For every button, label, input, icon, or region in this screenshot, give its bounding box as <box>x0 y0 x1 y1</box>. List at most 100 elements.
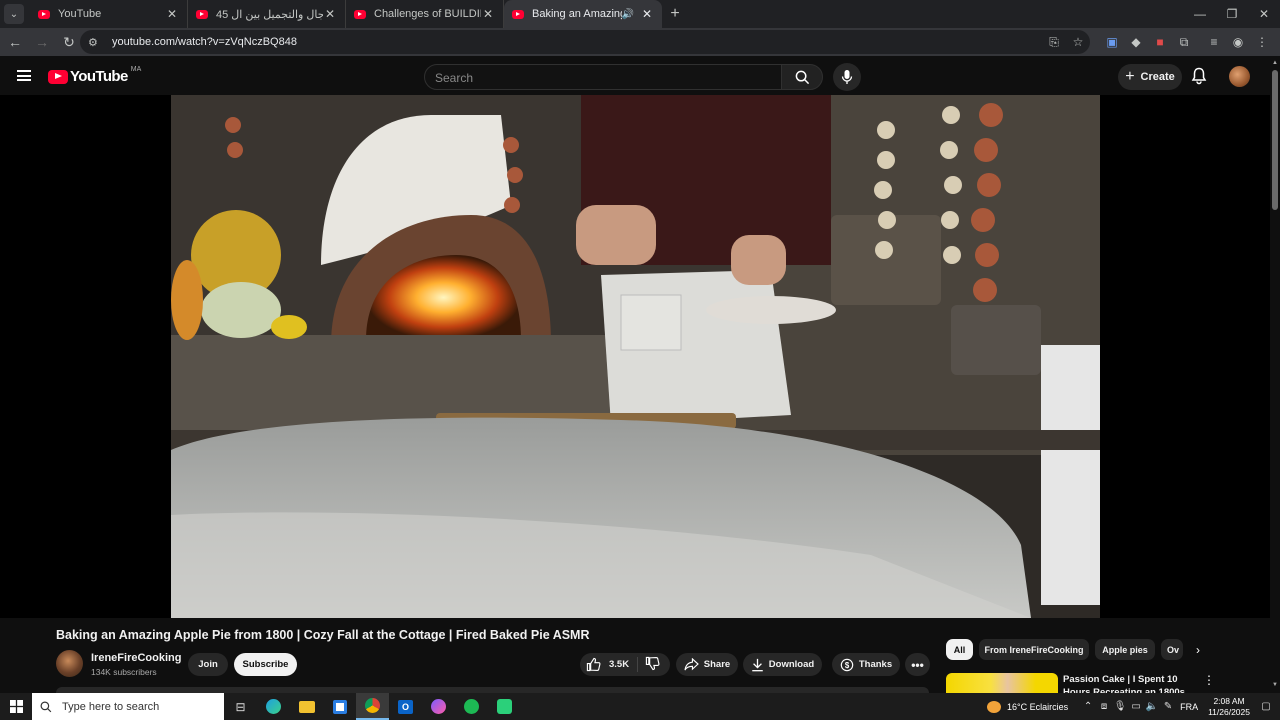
youtube-logo[interactable]: YouTube MA <box>48 66 141 85</box>
file-explorer-icon[interactable] <box>290 693 323 720</box>
network-icon[interactable]: ▭ <box>1128 701 1144 712</box>
youtube-favicon-icon <box>354 9 366 19</box>
install-app-icon[interactable]: ⎘ <box>1042 35 1066 50</box>
notifications-center-icon[interactable]: ▢ <box>1258 701 1274 712</box>
chevron-right-icon[interactable]: › <box>1188 640 1208 660</box>
download-icon <box>752 658 763 671</box>
microphone-tray-icon[interactable]: 🎙 <box>1112 701 1128 712</box>
page-scrollbar[interactable]: ▲ ▼ <box>1270 58 1280 698</box>
thanks-button[interactable]: $ Thanks <box>832 653 900 676</box>
taskbar-search-input[interactable]: Type here to search <box>32 693 224 720</box>
weather-sun-icon <box>986 700 1001 713</box>
show-hidden-icons-icon[interactable]: ⌃ <box>1080 701 1096 712</box>
scrollbar-thumb[interactable] <box>1272 70 1278 210</box>
green-app-icon[interactable] <box>488 693 521 720</box>
video-frame[interactable] <box>171 95 1100 618</box>
url-text: youtube.com/watch?v=zVqNczBQ848 <box>112 36 297 48</box>
download-label: Download <box>768 659 815 670</box>
address-bar[interactable]: ⚙ youtube.com/watch?v=zVqNczBQ848 <box>80 30 1090 54</box>
youtube-favicon-icon <box>38 9 50 19</box>
thumbs-up-icon[interactable] <box>586 657 601 672</box>
plus-icon: + <box>1125 68 1135 85</box>
chip-all[interactable]: All <box>946 639 973 660</box>
profile-icon[interactable]: ◉ <box>1226 35 1250 49</box>
video-scene-image <box>171 95 1100 618</box>
tab-challenges-video[interactable]: Challenges of BUILDING AND LI... ✕ <box>346 0 504 28</box>
search-button[interactable] <box>781 64 823 90</box>
scroll-down-arrow-icon[interactable]: ▼ <box>1272 682 1278 688</box>
language-indicator[interactable]: FRA <box>1180 702 1198 712</box>
speaker-icon[interactable]: 🔊 <box>622 9 634 20</box>
join-button[interactable]: Join <box>188 653 228 676</box>
extension-diamond-icon[interactable]: ◆ <box>1124 35 1148 49</box>
close-tab-icon[interactable]: ✕ <box>165 7 179 21</box>
windows-start-icon[interactable] <box>0 693 32 720</box>
clock-date: 11/26/2025 <box>1208 706 1250 717</box>
user-avatar[interactable] <box>1229 66 1250 87</box>
notifications-bell-icon[interactable] <box>1191 67 1207 90</box>
restore-icon[interactable]: ❐ <box>1216 0 1248 28</box>
tab-apple-pie-video[interactable]: Baking an Amazing Apple P... 🔊 ✕ <box>504 0 662 28</box>
weather-text: 16°C Eclaircies <box>1006 701 1069 712</box>
youtube-header: YouTube MA Search + Create <box>0 58 1270 95</box>
browser-menu-icon[interactable]: ⋮ <box>1250 35 1274 49</box>
menu-hamburger-icon[interactable] <box>17 70 31 81</box>
download-button[interactable]: Download <box>743 653 822 676</box>
back-arrow-icon[interactable]: ← <box>3 34 27 50</box>
share-button[interactable]: Share <box>676 653 738 676</box>
pen-icon[interactable]: ✎ <box>1160 701 1176 712</box>
spotify-icon[interactable] <box>455 693 488 720</box>
scroll-up-arrow-icon[interactable]: ▲ <box>1272 60 1278 66</box>
channel-name[interactable]: IreneFireCooking <box>91 652 181 664</box>
tab-title: YouTube <box>58 8 102 20</box>
create-button[interactable]: + Create <box>1118 64 1182 90</box>
chip-from-channel[interactable]: From IreneFireCooking <box>979 639 1089 660</box>
voice-search-button[interactable] <box>833 63 861 91</box>
subscribe-button[interactable]: Subscribe <box>234 653 297 676</box>
tab-search-button[interactable]: ⌄ <box>4 4 24 24</box>
recommendation-menu-icon[interactable]: ⋮ <box>1203 673 1215 687</box>
close-tab-icon[interactable]: ✕ <box>640 7 654 21</box>
like-dislike-group: 3.5K <box>580 653 670 676</box>
new-tab-button[interactable]: + <box>662 5 688 23</box>
close-tab-icon[interactable]: ✕ <box>481 7 495 21</box>
search-input[interactable]: Search <box>424 64 782 90</box>
bookmark-star-icon[interactable]: ☆ <box>1066 35 1090 49</box>
messenger-icon[interactable] <box>422 693 455 720</box>
forward-arrow-icon[interactable]: → <box>30 34 54 50</box>
video-player[interactable] <box>0 95 1270 618</box>
channel-avatar[interactable] <box>56 650 83 677</box>
microphone-icon <box>841 70 853 84</box>
more-actions-icon[interactable]: ••• <box>905 653 930 676</box>
thumbs-down-icon[interactable] <box>645 656 660 674</box>
browser-tab-strip: ⌄ YouTube ✕ 45 دقيقة : الرجال والتجميل ب… <box>0 0 1280 28</box>
like-count[interactable]: 3.5K <box>609 659 629 670</box>
weather-widget[interactable]: 16°C Eclaircies <box>986 700 1069 713</box>
outlook-icon[interactable]: O <box>389 693 422 720</box>
microsoft-store-icon[interactable] <box>323 693 356 720</box>
volume-icon[interactable]: 🔈 <box>1144 701 1160 712</box>
tab-youtube[interactable]: YouTube ✕ <box>30 0 188 28</box>
site-info-icon[interactable]: ⚙ <box>88 36 102 49</box>
close-window-icon[interactable]: ✕ <box>1248 0 1280 28</box>
media-controls-icon[interactable]: ≡ <box>1202 35 1226 49</box>
youtube-favicon-icon <box>196 9 208 19</box>
translate-extension-icon[interactable]: ▣ <box>1100 35 1124 49</box>
tab-title: Challenges of BUILDING AND LI... <box>374 8 481 20</box>
extension-red-icon[interactable]: ■ <box>1148 35 1172 49</box>
tab-arabic-video[interactable]: 45 دقيقة : الرجال والتجميل بين ال... ✕ <box>188 0 346 28</box>
subscriber-count: 134K subscribers <box>91 667 157 677</box>
chip-overflow[interactable]: Ov <box>1161 639 1183 660</box>
logo-text: YouTube <box>70 68 128 85</box>
thanks-label: Thanks <box>858 659 893 670</box>
reload-icon[interactable]: ↻ <box>57 34 81 51</box>
task-view-icon[interactable]: ⊟ <box>224 693 257 720</box>
extensions-puzzle-icon[interactable]: ⧉ <box>1172 35 1196 50</box>
minimize-icon[interactable]: — <box>1184 0 1216 28</box>
close-tab-icon[interactable]: ✕ <box>323 7 337 21</box>
edge-browser-icon[interactable] <box>257 693 290 720</box>
device-icon[interactable]: ⧈ <box>1096 701 1112 712</box>
chrome-taskbar-icon[interactable] <box>356 693 389 720</box>
clock[interactable]: 2:08 AM 11/26/2025 <box>1208 696 1250 718</box>
chip-apple-pies[interactable]: Apple pies <box>1095 639 1155 660</box>
